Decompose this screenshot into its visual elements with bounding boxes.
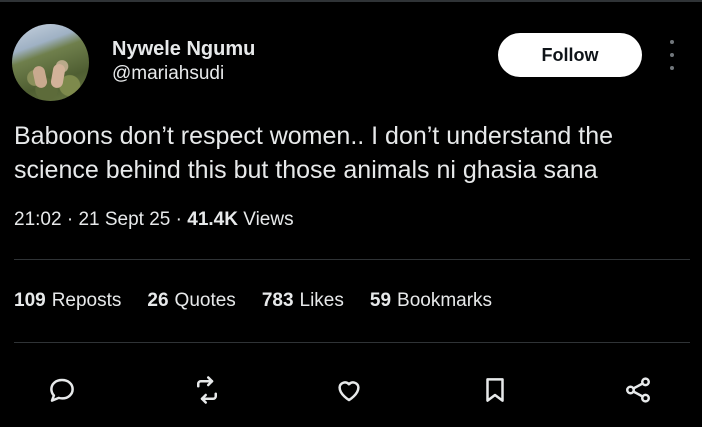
- views-count: 41.4K: [187, 209, 238, 230]
- stat-count: 109: [14, 290, 46, 311]
- avatar[interactable]: [12, 24, 89, 101]
- avatar-detail: [31, 64, 49, 90]
- reply-icon[interactable]: [44, 372, 80, 408]
- like-icon[interactable]: [331, 372, 367, 408]
- more-dot: [670, 53, 674, 57]
- tweet-time[interactable]: 21:02: [14, 209, 62, 230]
- repost-icon[interactable]: [189, 372, 225, 408]
- stat-label: Reposts: [51, 290, 122, 311]
- follow-button[interactable]: Follow: [498, 33, 642, 77]
- action-bar: [0, 372, 702, 408]
- meta-separator: ·: [66, 209, 79, 230]
- divider: [14, 259, 690, 260]
- share-icon[interactable]: [620, 372, 656, 408]
- tweet-text: Baboons don’t respect women.. I don’t un…: [14, 122, 613, 184]
- stat-quotes[interactable]: 26 Quotes: [147, 288, 235, 314]
- stat-count: 59: [369, 290, 392, 311]
- bookmark-icon[interactable]: [477, 372, 513, 408]
- tweet-meta: 21:02 · 21 Sept 25 · 41.4K Views: [14, 207, 294, 233]
- author-name[interactable]: Nywele Ngumu: [112, 38, 255, 60]
- author-handle[interactable]: @mariahsudi: [112, 63, 224, 85]
- stat-likes[interactable]: 783 Likes: [262, 288, 344, 314]
- more-dot: [670, 66, 674, 70]
- engagement-stats: 109 Reposts 26 Quotes 783 Likes 59 Bookmarks: [14, 288, 518, 314]
- meta-separator: ·: [175, 209, 188, 230]
- avatar-detail: [50, 63, 66, 89]
- stat-bookmarks[interactable]: 59 Bookmarks: [370, 288, 492, 314]
- stat-count: 26: [147, 290, 169, 311]
- stat-label: Bookmarks: [397, 290, 493, 311]
- stat-label: Quotes: [174, 290, 236, 311]
- more-options-icon[interactable]: [662, 40, 682, 70]
- top-border: [0, 0, 702, 2]
- stat-count: 783: [261, 290, 294, 311]
- more-dot: [670, 40, 674, 44]
- stat-reposts[interactable]: 109 Reposts: [14, 288, 121, 314]
- tweet-date[interactable]: 21 Sept 25: [78, 209, 170, 230]
- stat-label: Likes: [299, 290, 344, 311]
- divider: [14, 342, 690, 343]
- views-label: Views: [243, 209, 294, 230]
